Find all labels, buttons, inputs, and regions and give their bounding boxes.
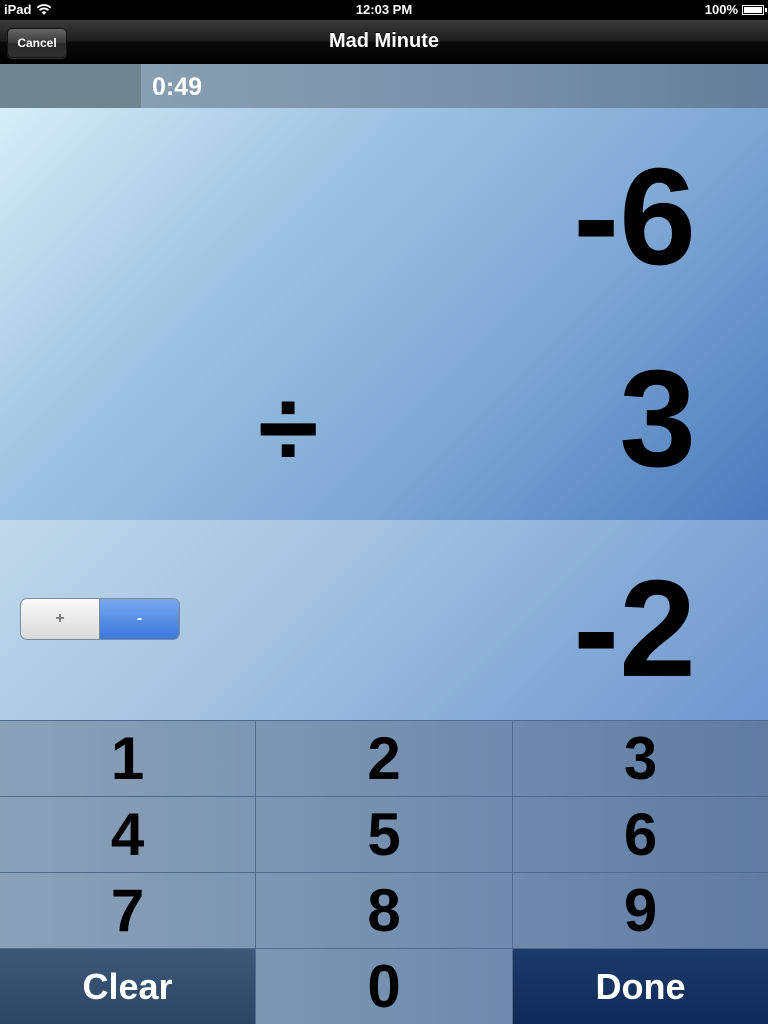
status-right: 100% bbox=[704, 2, 767, 17]
key-2[interactable]: 2 bbox=[256, 720, 513, 796]
sign-toggle[interactable]: + - bbox=[20, 598, 180, 640]
key-1[interactable]: 1 bbox=[0, 720, 256, 796]
key-9[interactable]: 9 bbox=[513, 872, 768, 948]
answer-value: -2 bbox=[573, 552, 696, 706]
timer-text: 0:49 bbox=[152, 73, 203, 101]
key-8[interactable]: 8 bbox=[256, 872, 513, 948]
top-operand: -6 bbox=[573, 140, 696, 294]
bottom-operand: 3 bbox=[619, 342, 696, 496]
key-0[interactable]: 0 bbox=[256, 948, 513, 1024]
answer-area: + - -2 bbox=[0, 520, 768, 720]
key-4[interactable]: 4 bbox=[0, 796, 256, 872]
battery-icon bbox=[742, 4, 767, 15]
sign-plus-segment[interactable]: + bbox=[21, 599, 100, 639]
timer-progress-fill bbox=[0, 64, 141, 108]
key-6[interactable]: 6 bbox=[513, 796, 768, 872]
division-operator: ÷ bbox=[258, 367, 319, 490]
sign-minus-segment[interactable]: - bbox=[100, 599, 179, 639]
key-3[interactable]: 3 bbox=[513, 720, 768, 796]
problem-area: -6 ÷ 3 bbox=[0, 108, 768, 520]
page-title: Mad Minute bbox=[329, 30, 439, 52]
timer-bar: 0:49 bbox=[0, 64, 768, 108]
navigation-bar: Cancel Mad Minute bbox=[0, 20, 768, 64]
status-time: 12:03 PM bbox=[355, 2, 413, 17]
status-bar: iPad 12:03 PM 100% bbox=[0, 0, 768, 20]
battery-percent: 100% bbox=[704, 2, 738, 17]
number-keypad: 1 2 3 4 5 6 7 8 9 Clear 0 Done bbox=[0, 720, 768, 1024]
key-5[interactable]: 5 bbox=[256, 796, 513, 872]
done-button[interactable]: Done bbox=[513, 948, 768, 1024]
clear-button[interactable]: Clear bbox=[0, 948, 256, 1024]
key-7[interactable]: 7 bbox=[0, 872, 256, 948]
